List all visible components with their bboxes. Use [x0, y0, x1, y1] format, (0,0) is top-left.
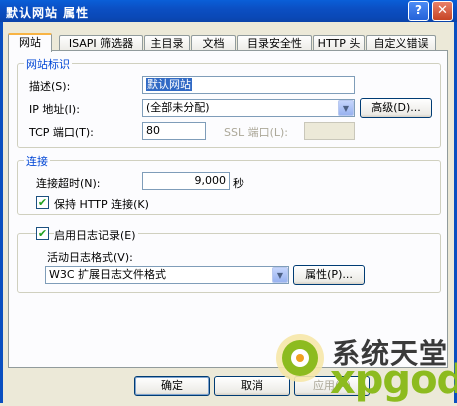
- log-format-value: W3C 扩展日志文件格式: [49, 268, 167, 281]
- chevron-down-icon[interactable]: ▼: [272, 267, 288, 283]
- ip-address-label: IP 地址(I):: [29, 103, 80, 116]
- tab-http-headers[interactable]: HTTP 头: [313, 35, 365, 51]
- connections-title: 连接: [24, 153, 50, 169]
- log-format-label: 活动日志格式(V):: [47, 251, 133, 264]
- site-identity-title: 网站标识: [24, 56, 72, 72]
- tcp-port-label: TCP 端口(T):: [29, 126, 94, 139]
- log-properties-button[interactable]: 属性(P)...: [293, 265, 365, 285]
- tab-directory-security[interactable]: 目录安全性: [237, 35, 312, 51]
- watermark-text-en: xpgod: [330, 357, 457, 403]
- chevron-down-icon[interactable]: ▼: [338, 100, 354, 116]
- timeout-unit: 秒: [233, 177, 244, 190]
- window-title: 默认网站 属性: [6, 6, 90, 20]
- advanced-button[interactable]: 高级(D)...: [360, 98, 432, 118]
- help-button[interactable]: ?: [408, 1, 429, 21]
- enable-logging-label: 启用日志记录(E): [54, 227, 138, 243]
- enable-logging-checkbox[interactable]: ✔: [36, 227, 49, 240]
- tcp-port-field[interactable]: 80: [142, 122, 206, 140]
- description-label: 描述(S):: [29, 80, 71, 93]
- timeout-field[interactable]: 9,000: [142, 172, 230, 190]
- tab-panel: 网站标识 描述(S): 默认网站 IP 地址(I): (全部未分配) ▼ 高级(…: [8, 50, 448, 368]
- close-button[interactable]: ✕: [432, 1, 453, 21]
- tab-documents[interactable]: 文档: [191, 35, 236, 51]
- keepalive-checkbox[interactable]: ✔: [36, 196, 49, 209]
- ssl-port-label: SSL 端口(L):: [224, 126, 289, 139]
- timeout-label: 连接超时(N):: [36, 177, 101, 190]
- tab-isapi-filters[interactable]: ISAPI 筛选器: [59, 35, 143, 51]
- keepalive-label: 保持 HTTP 连接(K): [54, 198, 149, 211]
- tab-home-directory[interactable]: 主目录: [144, 35, 190, 51]
- log-format-select[interactable]: W3C 扩展日志文件格式 ▼: [45, 266, 289, 284]
- watermark: 系统天堂 xpgod: [270, 330, 457, 403]
- tab-custom-errors[interactable]: 自定义错误: [366, 35, 436, 51]
- description-field[interactable]: 默认网站: [142, 76, 355, 94]
- ip-address-select[interactable]: (全部未分配) ▼: [142, 99, 355, 117]
- ip-address-value: (全部未分配): [146, 101, 210, 114]
- description-value: 默认网站: [146, 78, 192, 91]
- title-bar: 默认网站 属性 ? ✕: [0, 0, 457, 22]
- ok-button[interactable]: 确定: [134, 376, 210, 396]
- ssl-port-field: [304, 122, 355, 140]
- tab-website[interactable]: 网站: [8, 33, 52, 52]
